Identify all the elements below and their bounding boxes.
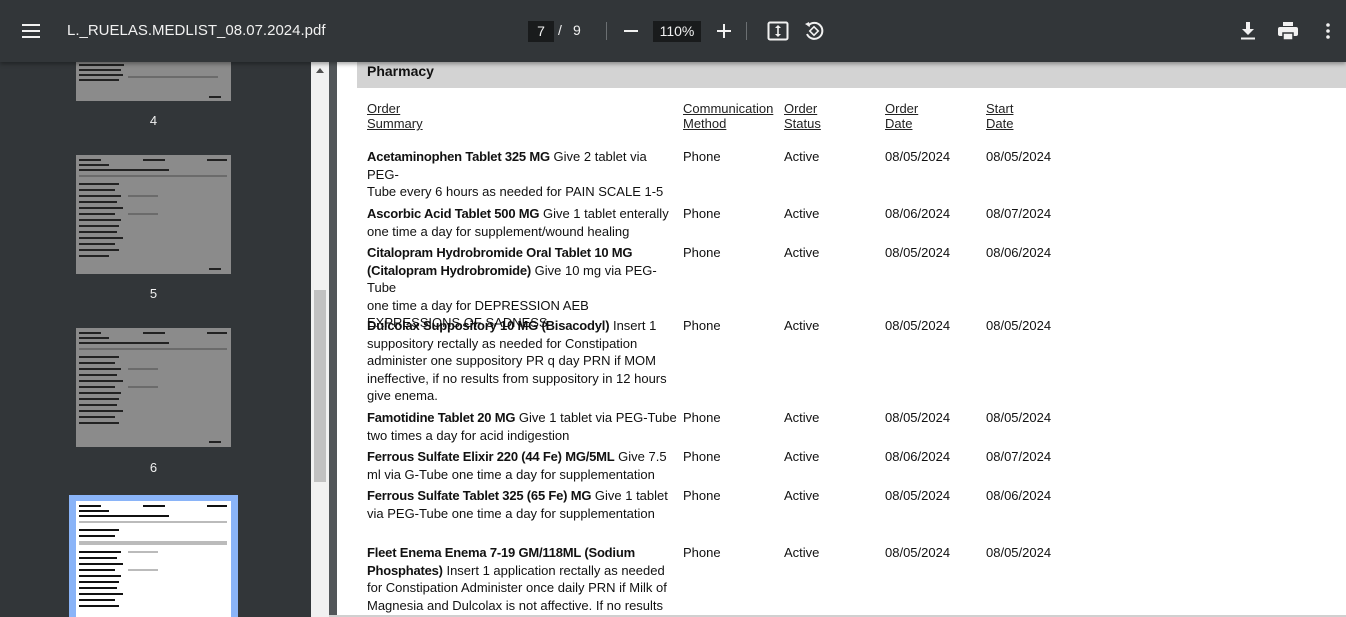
- download-icon[interactable]: [1234, 17, 1262, 45]
- pdf-toolbar: L._RUELAS.MEDLIST_08.07.2024.pdf 7 / 9 1…: [0, 0, 1346, 62]
- column-header-order-date: Order Date: [885, 101, 919, 131]
- column-header-order-status: Order Status: [784, 101, 821, 131]
- document-title: L._RUELAS.MEDLIST_08.07.2024.pdf: [67, 22, 326, 39]
- section-title: Pharmacy: [367, 63, 434, 79]
- order-date: 08/05/2024: [885, 410, 951, 425]
- order-date: 08/05/2024: [885, 488, 951, 503]
- column-header-communication-method: Communication Method: [683, 101, 774, 131]
- order-summary: Dulcolax Suppository 10 MG (Bisacodyl) I…: [367, 318, 667, 403]
- thumbnail-image: [76, 501, 231, 617]
- order-summary: Ferrous Sulfate Elixir 220 (44 Fe) MG/5M…: [367, 449, 667, 482]
- menu-icon[interactable]: [14, 15, 48, 47]
- order-status: Active: [784, 245, 820, 260]
- toolbar-divider: [606, 22, 607, 40]
- order-date: 08/05/2024: [885, 149, 951, 164]
- order-method: Phone: [683, 206, 721, 221]
- order-status: Active: [784, 488, 820, 503]
- page-total: 9: [573, 22, 581, 38]
- order-summary: Ferrous Sulfate Tablet 325 (65 Fe) MG Gi…: [367, 488, 668, 521]
- order-status: Active: [784, 318, 820, 333]
- order-summary: Famotidine Tablet 20 MG Give 1 tablet vi…: [367, 410, 677, 443]
- column-header-order-summary: Order Summary: [367, 101, 423, 131]
- order-method: Phone: [683, 449, 721, 464]
- order-method: Phone: [683, 318, 721, 333]
- section-header-bar: [357, 62, 1346, 88]
- order-summary: Fleet Enema Enema 7-19 GM/118ML (Sodium P…: [367, 545, 667, 613]
- order-summary: Acetaminophen Tablet 325 MG Give 2 table…: [367, 149, 664, 199]
- order-method: Phone: [683, 149, 721, 164]
- start-date: 08/06/2024: [986, 488, 1052, 503]
- order-method: Phone: [683, 410, 721, 425]
- order-summary: Ascorbic Acid Tablet 500 MG Give 1 table…: [367, 206, 669, 239]
- order-date: 08/05/2024: [885, 545, 951, 560]
- order-status: Active: [784, 149, 820, 164]
- order-status: Active: [784, 449, 820, 464]
- start-date: 08/07/2024: [986, 206, 1052, 221]
- thumbnail-page-5[interactable]: [76, 155, 231, 274]
- rotate-icon[interactable]: [800, 17, 828, 45]
- thumbnail-image: [76, 328, 231, 447]
- zoom-input[interactable]: 110%: [653, 21, 701, 42]
- scrollbar-thumb[interactable]: [314, 290, 326, 482]
- start-date: 08/05/2024: [986, 318, 1052, 333]
- fit-to-page-icon[interactable]: [764, 17, 792, 45]
- thumbnail-image: [76, 62, 231, 101]
- order-date: 08/05/2024: [885, 318, 951, 333]
- start-date: 08/05/2024: [986, 149, 1052, 164]
- thumbnail-image: [76, 155, 231, 274]
- page-separator: /: [558, 22, 562, 38]
- more-vert-icon[interactable]: [1316, 17, 1340, 45]
- order-method: Phone: [683, 245, 721, 260]
- order-method: Phone: [683, 545, 721, 560]
- thumbnail-page-6[interactable]: [76, 328, 231, 447]
- thumbnail-label: 5: [149, 286, 158, 301]
- document-viewport: Pharmacy Order Summary Communication Metho…: [329, 62, 1346, 617]
- plus-icon[interactable]: [711, 17, 737, 45]
- start-date: 08/05/2024: [986, 410, 1052, 425]
- minus-icon[interactable]: [618, 17, 644, 45]
- order-method: Phone: [683, 488, 721, 503]
- column-header-start-date: Start Date: [986, 101, 1014, 131]
- start-date: 08/05/2024: [986, 545, 1052, 560]
- order-status: Active: [784, 545, 820, 560]
- order-date: 08/05/2024: [885, 245, 951, 260]
- start-date: 08/07/2024: [986, 449, 1052, 464]
- toolbar-divider: [746, 22, 747, 40]
- start-date: 08/06/2024: [986, 245, 1052, 260]
- sidebar-scrollbar[interactable]: [311, 62, 329, 617]
- page-number-input[interactable]: 7: [528, 21, 554, 42]
- print-icon[interactable]: [1274, 17, 1302, 45]
- order-date: 08/06/2024: [885, 449, 951, 464]
- order-status: Active: [784, 206, 820, 221]
- order-status: Active: [784, 410, 820, 425]
- thumbnail-label: 4: [149, 113, 158, 128]
- thumbnail-page-7[interactable]: [76, 501, 231, 617]
- thumbnail-label: 6: [149, 460, 158, 475]
- pdf-page: Pharmacy Order Summary Communication Metho…: [337, 62, 1346, 617]
- thumbnail-page-4[interactable]: [76, 62, 231, 101]
- scroll-up-icon[interactable]: [316, 68, 324, 73]
- order-date: 08/06/2024: [885, 206, 951, 221]
- thumbnail-sidebar: 4 5 6: [0, 62, 311, 617]
